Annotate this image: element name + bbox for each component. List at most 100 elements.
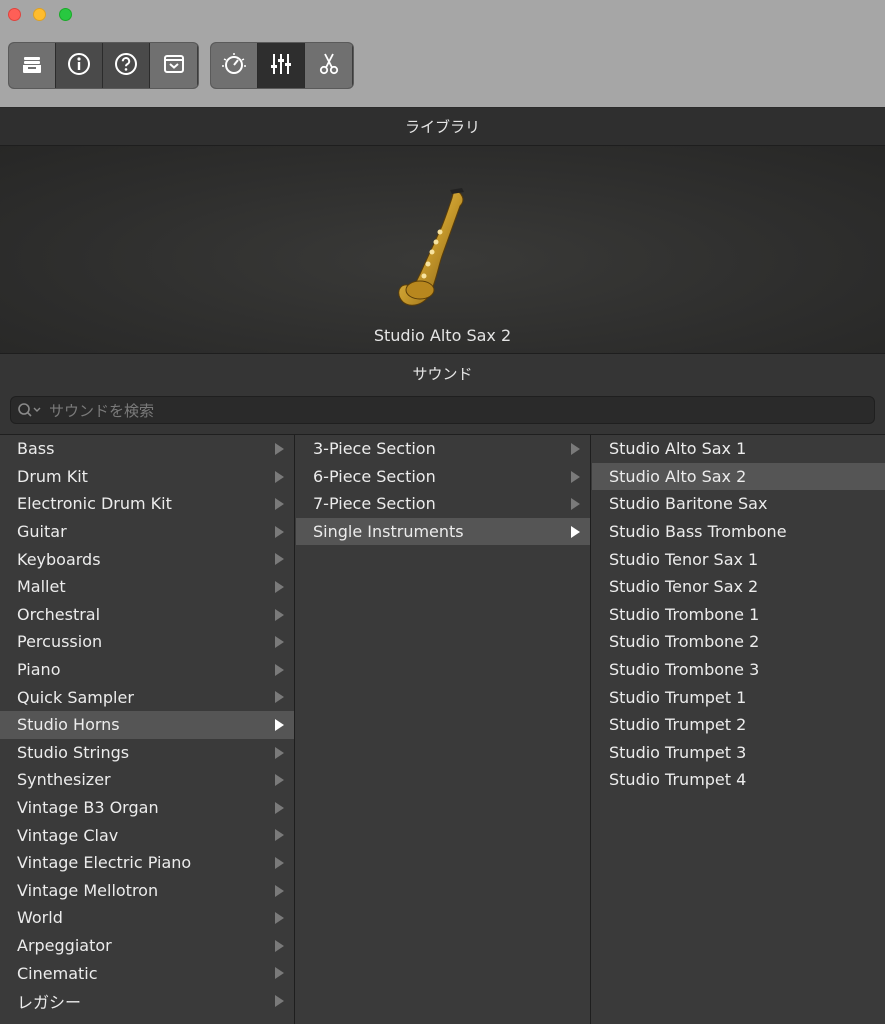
smart-controls-icon [221, 51, 247, 81]
category-item-label: Orchestral [17, 604, 101, 624]
patch-item[interactable]: Studio Bass Trombone [592, 518, 885, 546]
patch-item-label: Studio Trumpet 2 [609, 715, 747, 735]
disclosure-arrow-icon [571, 443, 580, 455]
editors-cut-button[interactable] [305, 43, 352, 88]
category-item[interactable]: Synthesizer [0, 766, 294, 794]
patch-item[interactable]: Studio Trombone 2 [592, 628, 885, 656]
search-input[interactable]: サウンドを検索 [10, 396, 875, 424]
category-item[interactable]: Bass [0, 435, 294, 463]
disclosure-arrow-icon [275, 663, 284, 676]
subcategory-item-label: 7-Piece Section [313, 494, 436, 514]
subcategory-column: 3-Piece Section 6-Piece Section 7-Piece Se… [296, 435, 591, 1024]
editors-button[interactable] [150, 43, 197, 88]
category-item[interactable]: Guitar [0, 518, 294, 546]
patch-item[interactable]: Studio Trumpet 4 [592, 766, 885, 794]
category-item[interactable]: Quick Sampler [0, 683, 294, 711]
patch-item[interactable]: Studio Tenor Sax 1 [592, 545, 885, 573]
minimize-window-button[interactable] [33, 8, 46, 21]
library-icon [19, 51, 45, 81]
category-item-label: World [17, 908, 63, 928]
category-item[interactable]: Cinematic [0, 959, 294, 987]
patch-item[interactable]: Studio Alto Sax 1 [592, 435, 885, 463]
library-button[interactable] [9, 43, 56, 88]
patch-item[interactable]: Studio Trumpet 3 [592, 739, 885, 767]
patch-item[interactable]: Studio Alto Sax 2 [592, 462, 885, 491]
disclosure-arrow-icon [275, 470, 284, 483]
disclosure-arrow-icon [275, 829, 284, 842]
mixer-button[interactable] [258, 43, 305, 88]
category-item-label: Piano [17, 660, 61, 680]
category-item-label: Vintage Mellotron [17, 880, 159, 900]
category-item-label: Electronic Drum Kit [17, 494, 172, 514]
category-item[interactable]: Vintage Mellotron [0, 877, 294, 905]
patch-item-label: Studio Alto Sax 2 [609, 466, 747, 486]
disclosure-arrow-icon [275, 580, 284, 593]
category-item[interactable]: Vintage B3 Organ [0, 794, 294, 822]
patch-preview: Studio Alto Sax 2 [0, 146, 885, 353]
sound-header: サウンド [0, 353, 885, 393]
category-item-label: Keyboards [17, 549, 101, 569]
patch-item-label: Studio Trumpet 4 [609, 770, 747, 790]
editors-icon [161, 51, 187, 81]
category-item[interactable]: World [0, 904, 294, 932]
disclosure-arrow-icon [275, 443, 284, 455]
subcategory-item-label: 3-Piece Section [313, 439, 436, 459]
category-item-label: Quick Sampler [17, 687, 134, 707]
patch-item[interactable]: Studio Trombone 1 [592, 601, 885, 629]
category-item-label: Vintage Clav [17, 825, 119, 845]
patch-item[interactable]: Studio Trumpet 1 [592, 683, 885, 711]
inspector-button[interactable] [56, 43, 103, 88]
subcategory-item[interactable]: Single Instruments [296, 517, 590, 546]
patch-item-label: Studio Trombone 2 [609, 632, 760, 652]
patch-item-label: Studio Tenor Sax 1 [609, 549, 759, 569]
disclosure-arrow-icon [275, 994, 284, 1007]
disclosure-arrow-icon [571, 498, 580, 511]
tools-group [211, 43, 353, 88]
category-column: Bass Drum Kit Electronic Drum Kit Guitar Key… [0, 435, 295, 1024]
saxophone-icon [398, 188, 464, 306]
window-toolbar [0, 0, 885, 108]
category-item-label: Drum Kit [17, 466, 88, 486]
patch-item[interactable]: Studio Tenor Sax 2 [592, 573, 885, 601]
category-item[interactable]: Vintage Clav [0, 821, 294, 849]
patch-item-label: Studio Trumpet 1 [609, 687, 747, 707]
category-item-label: Studio Strings [17, 742, 130, 762]
sound-title: サウンド [412, 365, 473, 383]
category-item[interactable]: Keyboards [0, 545, 294, 573]
category-item[interactable]: Arpeggiator [0, 932, 294, 960]
category-item[interactable]: Studio Horns [0, 710, 294, 739]
category-item[interactable]: Mallet [0, 573, 294, 601]
category-item-label: Bass [17, 439, 55, 459]
category-item[interactable]: Orchestral [0, 601, 294, 629]
category-item-label: Vintage Electric Piano [17, 853, 192, 873]
patch-item[interactable]: Studio Trombone 3 [592, 656, 885, 684]
category-item[interactable]: Vintage Electric Piano [0, 849, 294, 877]
category-item-label: Guitar [17, 522, 67, 542]
subcategory-item-label: 6-Piece Section [313, 466, 436, 486]
patch-column: Studio Alto Sax 1 Studio Alto Sax 2 Studio… [592, 435, 885, 1024]
disclosure-arrow-icon [275, 774, 284, 787]
preview-patch-name: Studio Alto Sax 2 [373, 326, 512, 345]
scissors-icon [316, 51, 342, 81]
disclosure-arrow-icon [275, 746, 284, 759]
search-area: サウンドを検索 [0, 393, 885, 435]
category-item[interactable]: Drum Kit [0, 463, 294, 491]
mixer-icon [268, 51, 294, 81]
smart-controls-button[interactable] [211, 43, 258, 88]
category-item[interactable]: Percussion [0, 628, 294, 656]
quick-help-button[interactable] [103, 43, 150, 88]
category-item[interactable]: Studio Strings [0, 739, 294, 767]
category-item[interactable]: Electronic Drum Kit [0, 490, 294, 518]
search-icon[interactable] [17, 402, 49, 418]
close-window-button[interactable] [8, 8, 21, 21]
patch-item[interactable]: Studio Trumpet 2 [592, 711, 885, 739]
subcategory-item[interactable]: 6-Piece Section [296, 463, 590, 491]
subcategory-item[interactable]: 3-Piece Section [296, 435, 590, 463]
patch-item-label: Studio Alto Sax 1 [609, 439, 747, 459]
category-item[interactable]: Piano [0, 656, 294, 684]
patch-item-label: Studio Trumpet 3 [609, 742, 747, 762]
subcategory-item[interactable]: 7-Piece Section [296, 490, 590, 518]
category-item[interactable]: レガシー [0, 987, 294, 1015]
patch-item[interactable]: Studio Baritone Sax [592, 490, 885, 518]
zoom-window-button[interactable] [59, 8, 72, 21]
